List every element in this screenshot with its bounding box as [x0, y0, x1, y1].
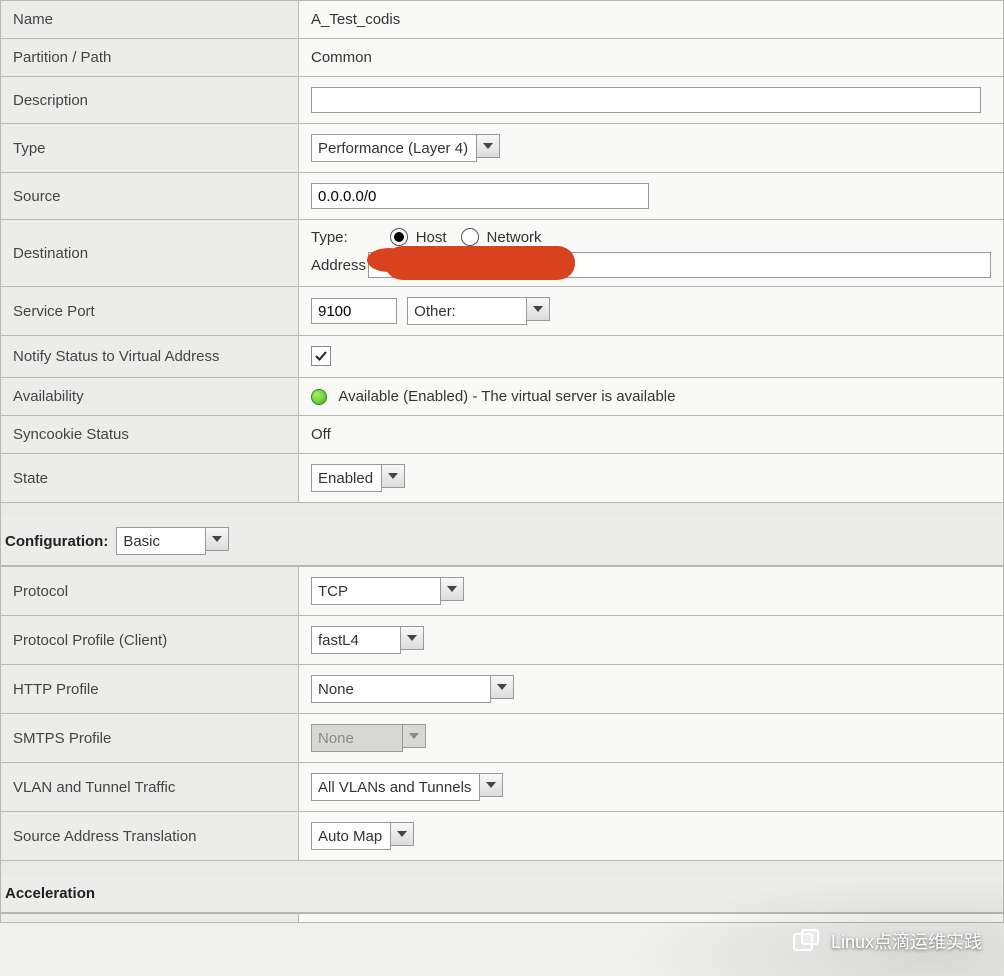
state-label: State	[1, 454, 299, 503]
partition-value: Common	[299, 39, 1004, 77]
wechat-icon	[791, 929, 821, 953]
watermark: Linux点滴运维实践	[791, 928, 982, 954]
notify-label: Notify Status to Virtual Address	[1, 336, 299, 378]
protocol-select-value: TCP	[311, 577, 441, 605]
table-row: Source Address Translation Auto Map	[1, 812, 1004, 861]
service-port-input[interactable]	[311, 298, 397, 324]
chevron-down-icon[interactable]	[479, 773, 503, 797]
configuration-section-header: Configuration: Basic	[0, 517, 1004, 566]
general-properties-table: Name A_Test_codis Partition / Path Commo…	[0, 0, 1004, 503]
dest-type-network-label: Network	[487, 229, 542, 246]
table-row: Protocol Profile (Client) fastL4	[1, 616, 1004, 665]
service-port-select-value: Other:	[407, 297, 527, 325]
table-row: Description	[1, 77, 1004, 124]
partial-row-label	[1, 914, 299, 923]
dest-type-host-label: Host	[416, 229, 447, 246]
service-port-select[interactable]: Other:	[407, 297, 550, 325]
snat-label: Source Address Translation	[1, 812, 299, 861]
type-select[interactable]: Performance (Layer 4)	[311, 134, 500, 162]
configuration-title: Configuration:	[5, 533, 108, 550]
smtps-profile-select: None	[311, 724, 426, 752]
table-row: Partition / Path Common	[1, 39, 1004, 77]
watermark-text: Linux点滴运维实践	[831, 928, 982, 954]
dest-type-label: Type:	[311, 229, 348, 246]
vlan-select-value: All VLANs and Tunnels	[311, 773, 480, 801]
vlan-select[interactable]: All VLANs and Tunnels	[311, 773, 503, 801]
table-row: State Enabled	[1, 454, 1004, 503]
partial-row-value	[299, 914, 1004, 923]
vlan-label: VLAN and Tunnel Traffic	[1, 763, 299, 812]
state-select[interactable]: Enabled	[311, 464, 405, 492]
state-select-value: Enabled	[311, 464, 382, 492]
table-row: Service Port Other:	[1, 287, 1004, 336]
table-row: Name A_Test_codis	[1, 1, 1004, 39]
table-row: Syncookie Status Off	[1, 416, 1004, 454]
protocol-label: Protocol	[1, 567, 299, 616]
chevron-down-icon[interactable]	[390, 822, 414, 846]
chevron-down-icon[interactable]	[476, 134, 500, 158]
chevron-down-icon[interactable]	[400, 626, 424, 650]
snat-select-value: Auto Map	[311, 822, 391, 850]
availability-value: Available (Enabled) - The virtual server…	[338, 388, 675, 405]
chevron-down-icon[interactable]	[381, 464, 405, 488]
chevron-down-icon[interactable]	[490, 675, 514, 699]
service-port-label: Service Port	[1, 287, 299, 336]
smtps-profile-select-value: None	[311, 724, 403, 752]
protocol-profile-label: Protocol Profile (Client)	[1, 616, 299, 665]
protocol-select[interactable]: TCP	[311, 577, 464, 605]
acceleration-title: Acceleration	[5, 885, 95, 902]
source-input[interactable]	[311, 183, 649, 209]
snat-select[interactable]: Auto Map	[311, 822, 414, 850]
table-row: Destination Type: Host Network Address	[1, 220, 1004, 287]
chevron-down-icon[interactable]	[526, 297, 550, 321]
table-row: Type Performance (Layer 4)	[1, 124, 1004, 173]
table-row	[1, 914, 1004, 923]
syncookie-value: Off	[299, 416, 1004, 454]
name-value: A_Test_codis	[299, 1, 1004, 39]
protocol-profile-select[interactable]: fastL4	[311, 626, 424, 654]
table-row: Source	[1, 173, 1004, 220]
status-available-icon	[311, 389, 327, 405]
description-input[interactable]	[311, 87, 981, 113]
acceleration-table	[0, 913, 1004, 923]
configuration-select-value: Basic	[116, 527, 206, 555]
table-row: VLAN and Tunnel Traffic All VLANs and Tu…	[1, 763, 1004, 812]
configuration-table: Protocol TCP Protocol Profile (Client) f…	[0, 566, 1004, 861]
name-label: Name	[1, 1, 299, 39]
destination-label: Destination	[1, 220, 299, 287]
section-spacer	[0, 503, 1004, 517]
table-row: Notify Status to Virtual Address	[1, 336, 1004, 378]
dest-type-host-radio[interactable]	[390, 228, 408, 246]
description-label: Description	[1, 77, 299, 124]
http-profile-label: HTTP Profile	[1, 665, 299, 714]
dest-address-label: Address	[311, 257, 366, 274]
redacted-overlay	[385, 246, 575, 280]
chevron-down-icon	[402, 724, 426, 748]
http-profile-select[interactable]: None	[311, 675, 514, 703]
availability-label: Availability	[1, 378, 299, 416]
table-row: SMTPS Profile None	[1, 714, 1004, 763]
type-label: Type	[1, 124, 299, 173]
section-spacer	[0, 861, 1004, 875]
smtps-profile-label: SMTPS Profile	[1, 714, 299, 763]
table-row: Availability Available (Enabled) - The v…	[1, 378, 1004, 416]
table-row: Protocol TCP	[1, 567, 1004, 616]
dest-type-network-radio[interactable]	[461, 228, 479, 246]
syncookie-label: Syncookie Status	[1, 416, 299, 454]
source-label: Source	[1, 173, 299, 220]
protocol-profile-select-value: fastL4	[311, 626, 401, 654]
chevron-down-icon[interactable]	[440, 577, 464, 601]
notify-checkbox[interactable]	[311, 346, 331, 366]
acceleration-section-header: Acceleration	[0, 875, 1004, 913]
chevron-down-icon[interactable]	[205, 527, 229, 551]
type-select-value: Performance (Layer 4)	[311, 134, 477, 162]
table-row: HTTP Profile None	[1, 665, 1004, 714]
http-profile-select-value: None	[311, 675, 491, 703]
partition-label: Partition / Path	[1, 39, 299, 77]
configuration-select[interactable]: Basic	[116, 527, 229, 555]
